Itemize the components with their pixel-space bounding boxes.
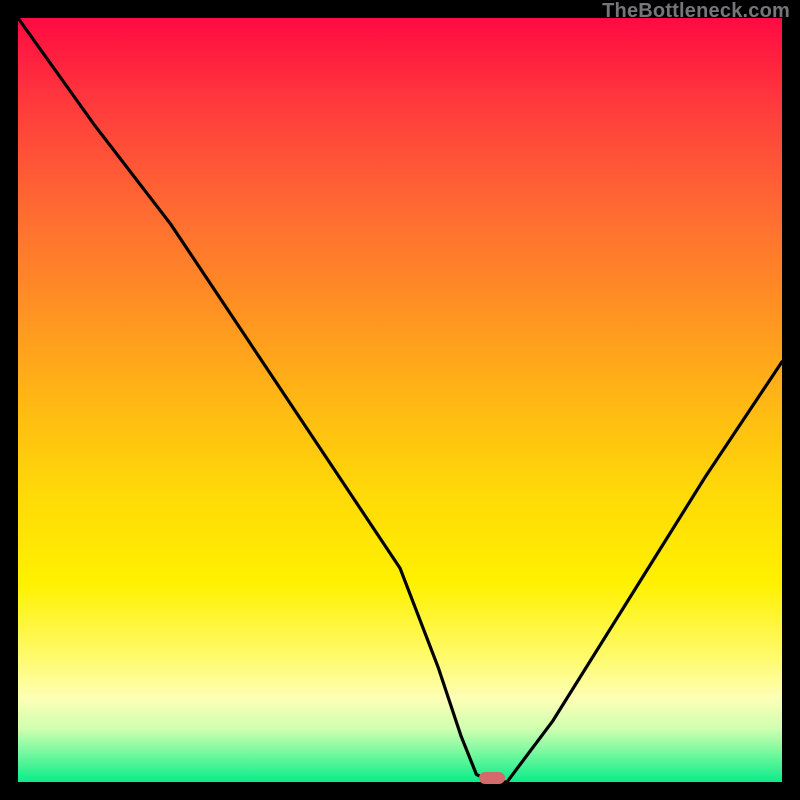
plot-area: [18, 18, 782, 782]
optimal-marker: [479, 772, 505, 784]
chart-container: TheBottleneck.com: [0, 0, 800, 800]
bottleneck-curve: [18, 18, 782, 782]
watermark-text: TheBottleneck.com: [602, 0, 790, 23]
